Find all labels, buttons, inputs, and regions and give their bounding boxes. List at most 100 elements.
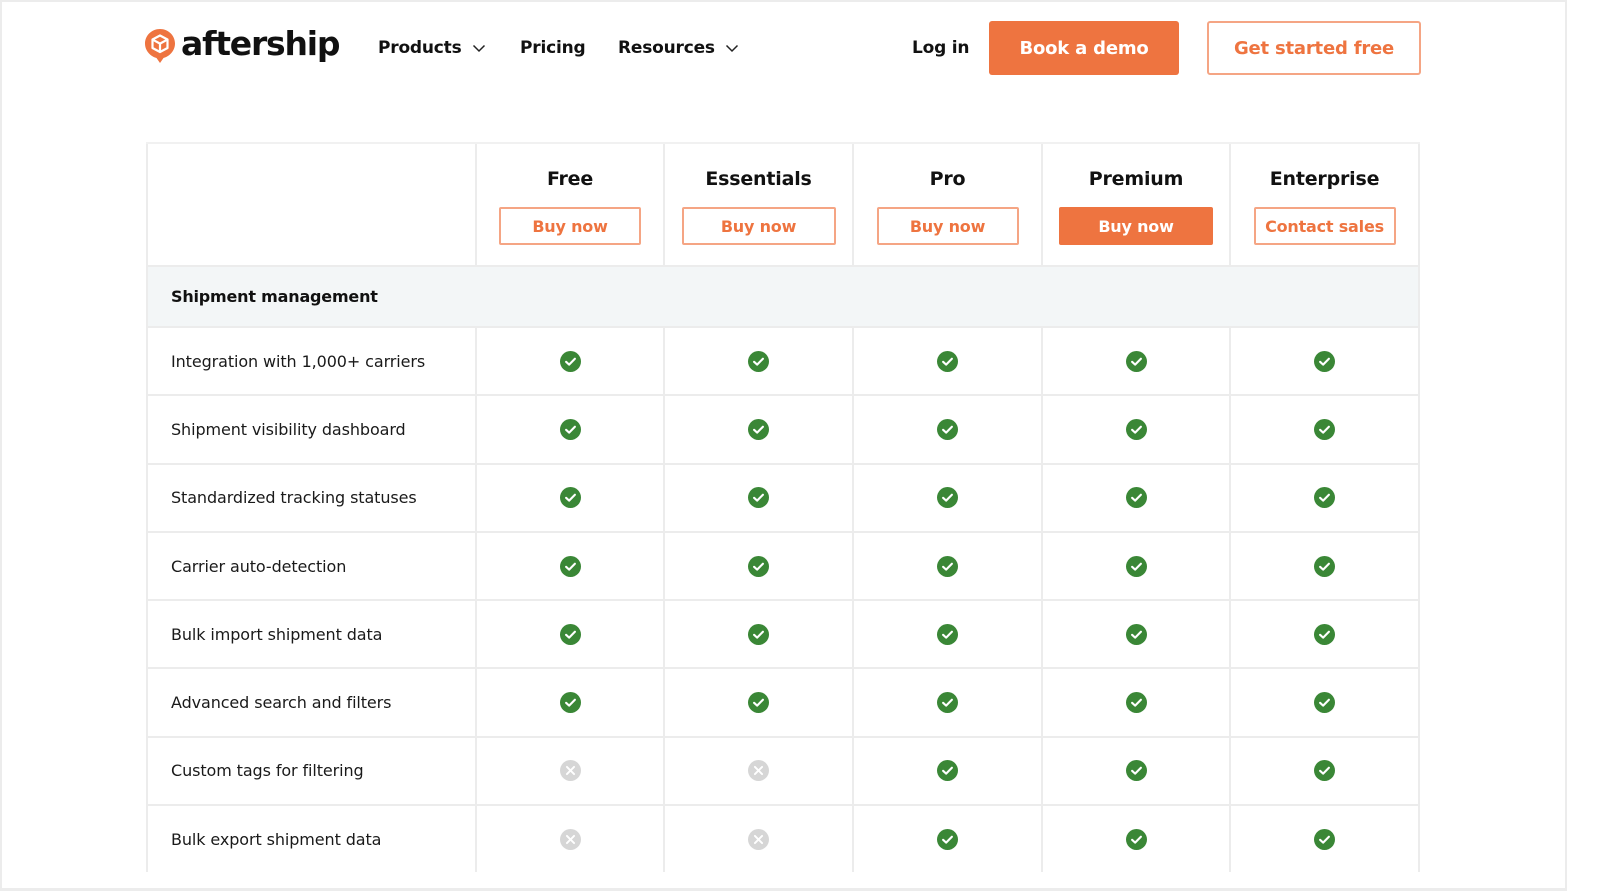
check-circle-icon: [748, 555, 769, 577]
nav-pricing[interactable]: Pricing: [520, 36, 586, 60]
availability-cell: [477, 737, 665, 805]
feature-row: Standardized tracking statuses: [146, 462, 1420, 531]
availability-cell: [1231, 806, 1420, 873]
check-circle-icon: [559, 418, 581, 440]
check-circle-icon: [937, 418, 958, 440]
feature-name-cell: Carrier auto-detection: [146, 532, 477, 600]
feature-row: Bulk import shipment data: [146, 599, 1420, 668]
feature-row: Carrier auto-detection: [146, 530, 1420, 600]
login-link[interactable]: Log in: [912, 36, 970, 60]
nav-products-label: Products: [378, 38, 462, 58]
check-circle-icon: [1125, 760, 1147, 782]
availability-cell: [854, 532, 1043, 600]
check-circle-icon: [1314, 487, 1335, 509]
book-demo-button[interactable]: Book a demo: [989, 21, 1179, 75]
check-circle-icon: [937, 487, 958, 509]
check-circle-icon: [937, 760, 958, 782]
availability-cell: [1043, 669, 1231, 736]
get-started-free-button[interactable]: Get started free: [1207, 21, 1421, 75]
feature-row: Advanced search and filters: [146, 667, 1420, 736]
availability-cell: [1043, 328, 1231, 395]
free-buy-now-button[interactable]: Buy now: [499, 207, 641, 245]
plan-column-enterprise: Enterprise Contact sales: [1231, 144, 1420, 265]
availability-cell: [477, 806, 665, 873]
availability-cell: [665, 328, 854, 395]
logo[interactable]: aftership: [144, 24, 341, 64]
check-circle-icon: [1314, 623, 1335, 645]
page-frame: aftership Products Pricing Resources Log…: [0, 0, 1567, 891]
plan-name: Essentials: [705, 168, 812, 190]
pro-buy-now-button[interactable]: Buy now: [876, 207, 1019, 245]
check-circle-icon: [1314, 418, 1335, 440]
check-circle-icon: [1125, 555, 1147, 577]
feature-name: Integration with 1,000+ carriers: [171, 351, 426, 371]
availability-cell: [854, 806, 1043, 873]
feature-name-cell: Standardized tracking statuses: [146, 464, 477, 531]
nav-products[interactable]: Products: [378, 36, 486, 60]
check-circle-icon: [748, 350, 769, 372]
x-circle-icon: [559, 828, 581, 850]
check-circle-icon: [1125, 828, 1147, 850]
availability-cell: [477, 601, 665, 668]
feature-name: Custom tags for filtering: [171, 761, 364, 781]
check-circle-icon: [559, 350, 581, 372]
check-circle-icon: [748, 623, 769, 645]
feature-name: Advanced search and filters: [171, 693, 392, 713]
check-circle-icon: [937, 350, 958, 372]
availability-cell: [477, 669, 665, 736]
nav-pricing-label: Pricing: [520, 38, 586, 58]
availability-cell: [665, 737, 854, 805]
availability-cell: [854, 464, 1043, 531]
check-circle-icon: [1314, 555, 1335, 577]
feature-row: Custom tags for filtering: [146, 735, 1420, 805]
feature-row: Bulk export shipment data: [146, 804, 1420, 873]
empty-header-cell: [146, 144, 477, 265]
plan-name: Premium: [1088, 168, 1184, 190]
feature-name: Carrier auto-detection: [171, 556, 347, 576]
availability-cell: [854, 396, 1043, 463]
feature-name-cell: Advanced search and filters: [146, 669, 477, 736]
availability-cell: [1043, 532, 1231, 600]
nav-resources[interactable]: Resources: [618, 36, 739, 60]
availability-cell: [665, 601, 854, 668]
chevron-down-icon: [725, 44, 738, 53]
check-circle-icon: [937, 828, 958, 850]
section-header-shipment-management: Shipment management: [146, 265, 1420, 326]
feature-name-cell: Bulk import shipment data: [146, 601, 477, 668]
logo-wordmark: aftership: [181, 24, 341, 63]
x-circle-icon: [748, 828, 769, 850]
availability-cell: [1231, 328, 1420, 395]
plan-column-free: Free Buy now: [477, 144, 665, 265]
check-circle-icon: [559, 692, 581, 714]
essentials-buy-now-button[interactable]: Buy now: [681, 207, 836, 245]
plan-column-premium: Premium Buy now: [1043, 144, 1231, 265]
premium-buy-now-button[interactable]: Buy now: [1059, 207, 1213, 245]
check-circle-icon: [1314, 692, 1335, 714]
nav-resources-label: Resources: [618, 38, 715, 58]
feature-name: Shipment visibility dashboard: [171, 419, 406, 439]
availability-cell: [477, 464, 665, 531]
availability-cell: [665, 532, 854, 600]
availability-cell: [1043, 737, 1231, 805]
aftership-box-pin-icon: [145, 29, 175, 63]
feature-row: Integration with 1,000+ carriers: [146, 326, 1420, 395]
availability-cell: [1231, 532, 1420, 600]
plan-header-row: Free Buy now Essentials Buy now Pro Buy …: [146, 144, 1420, 265]
plan-column-pro: Pro Buy now: [854, 144, 1043, 265]
availability-cell: [665, 464, 854, 531]
check-circle-icon: [1314, 350, 1335, 372]
availability-cell: [1043, 464, 1231, 531]
check-circle-icon: [559, 487, 581, 509]
availability-cell: [477, 532, 665, 600]
availability-cell: [1043, 806, 1231, 873]
feature-row: Shipment visibility dashboard: [146, 394, 1420, 463]
feature-name-cell: Custom tags for filtering: [146, 737, 477, 805]
top-navigation: aftership Products Pricing Resources Log…: [2, 2, 1565, 94]
check-circle-icon: [1125, 692, 1147, 714]
availability-cell: [1043, 396, 1231, 463]
feature-name: Standardized tracking statuses: [171, 488, 417, 508]
enterprise-contact-sales-button[interactable]: Contact sales: [1253, 207, 1396, 245]
check-circle-icon: [1125, 350, 1147, 372]
availability-cell: [1231, 669, 1420, 736]
check-circle-icon: [1314, 828, 1335, 850]
